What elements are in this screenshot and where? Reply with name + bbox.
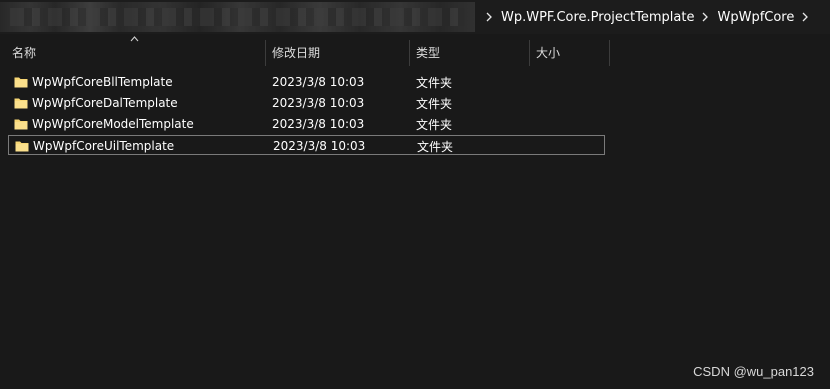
file-explorer-window: Wp.WPF.Core.ProjectTemplate WpWpfCore 名称…: [0, 0, 830, 389]
file-name-cell: WpWpfCoreUilTemplate: [15, 136, 174, 156]
chevron-right-icon[interactable]: [478, 12, 501, 22]
file-row[interactable]: WpWpfCoreBllTemplate 2023/3/8 10:03 文件夹: [8, 72, 605, 92]
file-name: WpWpfCoreBllTemplate: [32, 75, 173, 89]
chevron-right-icon[interactable]: [694, 12, 717, 22]
column-header-date-modified[interactable]: 修改日期: [266, 38, 408, 66]
file-type: 文件夹: [416, 96, 453, 111]
column-header-name[interactable]: 名称: [6, 38, 264, 66]
file-row[interactable]: WpWpfCoreDalTemplate 2023/3/8 10:03 文件夹: [8, 93, 605, 113]
file-name-cell: WpWpfCoreDalTemplate: [14, 93, 178, 113]
breadcrumb: Wp.WPF.Core.ProjectTemplate WpWpfCore: [478, 0, 817, 34]
folder-icon: [14, 117, 28, 131]
breadcrumb-item-project-template[interactable]: Wp.WPF.Core.ProjectTemplate: [501, 10, 694, 25]
file-name-cell: WpWpfCoreBllTemplate: [14, 72, 173, 92]
folder-icon: [14, 75, 28, 89]
file-type: 文件夹: [417, 139, 454, 154]
folder-icon: [15, 139, 29, 153]
file-name: WpWpfCoreDalTemplate: [32, 96, 178, 110]
file-row[interactable]: WpWpfCoreModelTemplate 2023/3/8 10:03 文件…: [8, 114, 605, 134]
column-header-type[interactable]: 类型: [410, 38, 528, 66]
column-header-row: 名称 修改日期 类型 大小: [0, 36, 830, 66]
file-name-cell: WpWpfCoreModelTemplate: [14, 114, 194, 134]
file-type: 文件夹: [416, 117, 453, 132]
column-header-size[interactable]: 大小: [530, 38, 608, 66]
folder-icon: [14, 96, 28, 110]
file-date: 2023/3/8 10:03: [273, 139, 366, 153]
file-name: WpWpfCoreModelTemplate: [32, 117, 194, 131]
file-name: WpWpfCoreUilTemplate: [33, 139, 175, 153]
file-date: 2023/3/8 10:03: [272, 96, 365, 110]
file-row-focused[interactable]: WpWpfCoreUilTemplate 2023/3/8 10:03 文件夹: [8, 135, 605, 155]
column-divider[interactable]: [609, 40, 610, 66]
file-date: 2023/3/8 10:03: [272, 75, 365, 89]
breadcrumb-item-wpwpfcore[interactable]: WpWpfCore: [717, 10, 794, 25]
chevron-right-icon[interactable]: [794, 12, 817, 22]
file-date: 2023/3/8 10:03: [272, 117, 365, 131]
blurred-path-segment: [0, 2, 475, 32]
watermark: CSDN @wu_pan123: [693, 364, 814, 379]
file-type: 文件夹: [416, 75, 453, 90]
address-bar[interactable]: Wp.WPF.Core.ProjectTemplate WpWpfCore: [0, 0, 830, 34]
